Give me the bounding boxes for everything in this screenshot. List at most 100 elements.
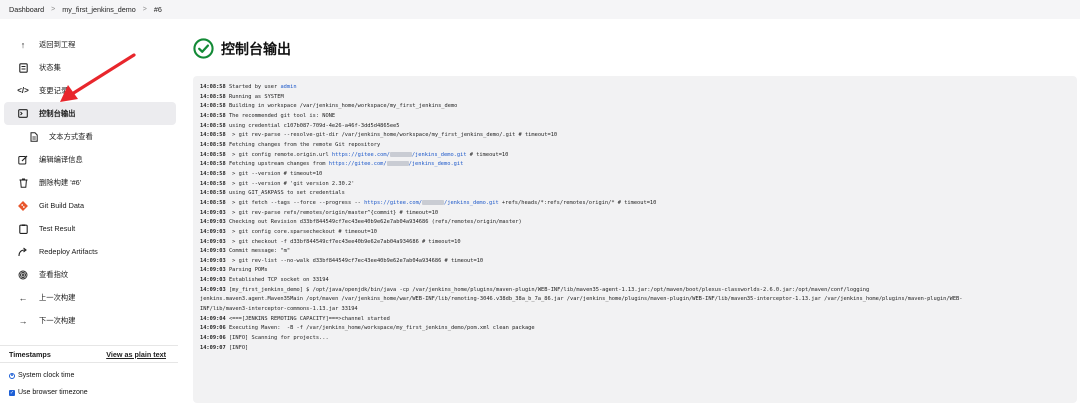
console-timestamp: 14:08:58	[200, 122, 226, 129]
edit-icon	[17, 155, 29, 165]
sidebar-item-redeploy-artifacts[interactable]: Redeploy Artifacts	[0, 240, 178, 263]
console-timestamp: 14:09:03	[200, 238, 226, 245]
console-timestamp: 14:08:58	[200, 199, 226, 206]
console-timestamp: 14:09:04	[200, 315, 226, 322]
console-link[interactable]: /jenkins_demo.git	[409, 161, 464, 167]
console-line: 14:08:58 > git config remote.origin.url …	[200, 151, 1070, 161]
console-text: > git fetch --tags --force --progress --	[228, 199, 365, 206]
console-line: 14:09:03 > git checkout -f d33bf844549cf…	[200, 238, 1070, 248]
fingerprint-icon	[17, 270, 29, 280]
console-timestamp: 14:09:03	[200, 286, 226, 293]
sidebar-item-test-result[interactable]: Test Result	[0, 217, 178, 240]
console-line: 14:09:03 > git rev-parse refs/remotes/or…	[200, 209, 1070, 219]
console-link[interactable]: /jenkins_demo.git	[444, 200, 499, 206]
console-text: using credential c107b087-709d-4e26-a46f…	[228, 122, 400, 129]
console-text: # timeout=10	[466, 151, 509, 158]
console-text: > git --version # 'git version 2.30.2'	[228, 180, 355, 187]
console-line: 14:08:58 Fetching upstream changes from …	[200, 160, 1070, 170]
console-timestamp: 14:09:03	[200, 209, 226, 216]
system-clock-label: System clock time	[18, 372, 75, 379]
redeploy-icon	[17, 247, 29, 257]
sidebar-item-git-build-data[interactable]: Git Build Data	[0, 194, 178, 217]
sidebar-item-plain-text[interactable]: 文本方式查看	[0, 125, 178, 148]
clipboard-icon	[17, 223, 29, 234]
sidebar-item-console-output[interactable]: 控制台输出	[4, 102, 176, 125]
console-text: Fetching upstream changes from	[228, 161, 329, 168]
annotation-arrow-icon	[60, 53, 136, 102]
console-timestamp: 14:09:06	[200, 325, 226, 332]
console-timestamp: 14:09:06	[200, 335, 226, 342]
console-timestamp: 14:08:58	[200, 170, 226, 177]
view-plain-text-link[interactable]: View as plain text	[106, 350, 166, 359]
console-text: > git rev-parse --resolve-git-dir /var/j…	[228, 132, 558, 139]
console-timestamp: 14:09:07	[200, 344, 226, 351]
sidebar-item-next-build[interactable]: → 下一次构建	[0, 309, 178, 332]
console-text: Building in workspace /var/jenkins_home/…	[228, 103, 458, 110]
console-text: Started by user	[228, 84, 281, 90]
sidebar-item-label: 查看指纹	[39, 269, 69, 279]
system-clock-option[interactable]: System clock time	[9, 372, 74, 379]
console-line: 14:09:03 > git rev-list --no-walk d33bf8…	[200, 257, 1070, 267]
console-text: > git rev-list --no-walk d33bf844549cf7e…	[228, 257, 484, 264]
document-icon	[17, 62, 29, 73]
console-link[interactable]: https://gitee.com/	[332, 152, 390, 158]
console-text: > git checkout -f d33bf844549cf7ec43ee40…	[228, 238, 461, 245]
console-text: > git config remote.origin.url	[228, 151, 332, 158]
console-text: > git config core.sparsecheckout # timeo…	[228, 228, 377, 235]
sidebar-item-fingerprints[interactable]: 查看指纹	[0, 263, 178, 286]
redacted-blur	[422, 199, 445, 205]
breadcrumb-dashboard[interactable]: Dashboard	[9, 5, 44, 14]
console-line: 14:09:04 <===[JENKINS REMOTING CAPACITY]…	[200, 315, 1070, 325]
console-text: [INFO]	[228, 344, 249, 351]
console-link[interactable]: https://gitee.com/	[329, 161, 387, 167]
console-line: 14:09:03 Established TCP socket on 33194	[200, 276, 1070, 286]
console-timestamp: 14:09:03	[200, 267, 226, 274]
browser-timezone-label: Use browser timezone	[18, 389, 88, 396]
breadcrumb-project[interactable]: my_first_jenkins_demo	[62, 5, 136, 14]
code-icon: </>	[17, 86, 29, 95]
console-line: 14:09:03 Parsing POMs	[200, 266, 1070, 276]
radio-selected-icon[interactable]	[9, 372, 15, 379]
console-line: 14:09:03 Checking out Revision d33bf8445…	[200, 218, 1070, 228]
console-line: 14:09:07 [INFO]	[200, 344, 1070, 354]
console-line: 14:08:58 > git fetch --tags --force --pr…	[200, 199, 1070, 209]
breadcrumb-separator-icon: >	[142, 6, 147, 13]
file-icon	[28, 131, 40, 142]
sidebar-item-label: Redeploy Artifacts	[39, 247, 98, 256]
console-text: Checking out Revision d33bf844549cf7ec43…	[228, 219, 522, 226]
sidebar-item-previous-build[interactable]: ← 上一次构建	[0, 286, 178, 309]
console-text: [my_first_jenkins_demo] $ /opt/java/open…	[228, 286, 870, 293]
checkbox-checked-icon[interactable]: ✓	[9, 389, 15, 396]
console-text: Running as SYSTEM	[228, 93, 284, 100]
page-title: 控制台输出	[221, 40, 291, 57]
breadcrumb-build[interactable]: #6	[154, 5, 162, 14]
sidebar-item-label: 删除构建 '#6'	[39, 177, 82, 187]
console-link[interactable]: /jenkins_demo.git	[412, 152, 467, 158]
success-check-icon	[193, 38, 214, 59]
console-line: 14:09:06 [INFO] Scanning for projects...	[200, 334, 1070, 344]
console-link[interactable]: https://gitee.com/	[364, 200, 422, 206]
arrow-right-icon: →	[18, 315, 28, 326]
console-line: 14:08:58 The recommended git tool is: NO…	[200, 112, 1070, 122]
arrow-left-icon: ←	[18, 292, 28, 303]
browser-timezone-option[interactable]: ✓ Use browser timezone	[9, 389, 88, 396]
console-line: 14:08:58 Fetching changes from the remot…	[200, 141, 1070, 151]
sidebar-item-label: 文本方式查看	[49, 131, 93, 141]
console-line: 14:08:58 > git --version # timeout=10	[200, 170, 1070, 180]
console-timestamp: 14:08:58	[200, 180, 226, 187]
console-text: jenkins.maven3.agent.Maven35Main /opt/ma…	[200, 296, 963, 303]
console-line: 14:08:58 > git --version # 'git version …	[200, 180, 1070, 190]
sidebar-item-edit-build-info[interactable]: 编辑编译信息	[0, 148, 178, 171]
sidebar-item-label: 编辑编译信息	[39, 154, 83, 164]
sidebar-item-delete-build[interactable]: 删除构建 '#6'	[0, 171, 178, 194]
breadcrumb: Dashboard > my_first_jenkins_demo > #6	[0, 0, 1080, 19]
console-timestamp: 14:09:03	[200, 257, 226, 264]
sidebar-item-label: Test Result	[39, 224, 76, 233]
redacted-blur	[386, 161, 409, 167]
sidebar-item-label: Git Build Data	[39, 201, 85, 210]
page-header: 控制台输出	[193, 38, 291, 59]
console-text: INF/lib/maven3-interceptor-commons-1.13.…	[200, 306, 358, 313]
console-link[interactable]: admin	[280, 84, 296, 90]
breadcrumb-separator-icon: >	[51, 6, 56, 13]
console-text: > git --version # timeout=10	[228, 170, 323, 177]
